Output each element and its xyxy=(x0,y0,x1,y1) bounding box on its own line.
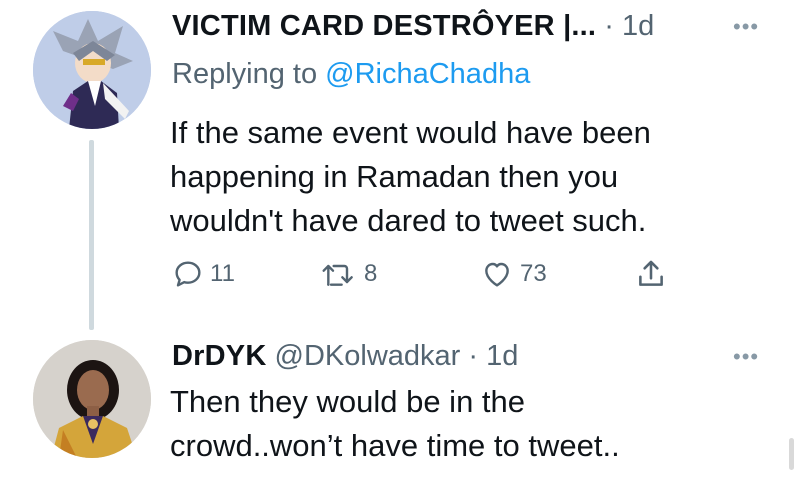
tweet-header: DrDYK @DKolwadkar · 1d xyxy=(172,339,518,373)
timestamp[interactable]: · 1d xyxy=(604,10,654,42)
reply-icon xyxy=(175,261,201,287)
share-button[interactable] xyxy=(634,254,668,294)
scrollbar[interactable] xyxy=(789,438,794,470)
display-name[interactable]: DrDYK xyxy=(172,340,266,372)
tweet-text: Then they would be in the crowd..won’t h… xyxy=(170,380,620,468)
tweet-header: VICTIM CARD DESTRÔYER |... · 1d xyxy=(172,9,654,43)
avatar[interactable] xyxy=(33,11,151,129)
avatar[interactable] xyxy=(33,340,151,458)
anime-character-avatar-image xyxy=(33,11,151,129)
retweet-icon xyxy=(322,264,353,286)
more-options-icon[interactable]: ••• xyxy=(733,344,759,370)
tweet-text-line: Then they would be in the xyxy=(170,384,526,419)
timestamp[interactable]: · 1d xyxy=(468,340,518,372)
retweet-count: 8 xyxy=(364,260,378,287)
like-button[interactable]: 73 xyxy=(480,254,547,294)
replying-to-line: Replying to @RichaChadha xyxy=(172,56,530,92)
share-icon xyxy=(639,260,663,286)
replying-to-handle-link[interactable]: @RichaChadha xyxy=(325,58,530,90)
reply-count: 11 xyxy=(210,260,235,287)
tweet-text-line: wouldn't have dared to tweet such. xyxy=(170,203,647,238)
thread-connector-line xyxy=(89,140,94,330)
replying-to-label: Replying to xyxy=(172,58,326,90)
reply-button[interactable]: 11 xyxy=(172,254,235,294)
tweet-text-line: happening in Ramadan then you xyxy=(170,159,619,194)
profile-photo-image xyxy=(33,340,151,458)
user-handle[interactable]: @DKolwadkar xyxy=(275,340,461,372)
tweet-text-line: If the same event would have been xyxy=(170,115,651,150)
heart-icon xyxy=(485,262,509,287)
tweet-text-line: crowd..won’t have time to tweet.. xyxy=(170,428,620,463)
like-count: 73 xyxy=(520,260,547,287)
more-options-icon[interactable]: ••• xyxy=(733,14,759,40)
display-name[interactable]: VICTIM CARD DESTRÔYER |... xyxy=(172,10,596,42)
tweet-text: If the same event would have been happen… xyxy=(170,111,651,243)
retweet-button[interactable]: 8 xyxy=(320,254,377,294)
